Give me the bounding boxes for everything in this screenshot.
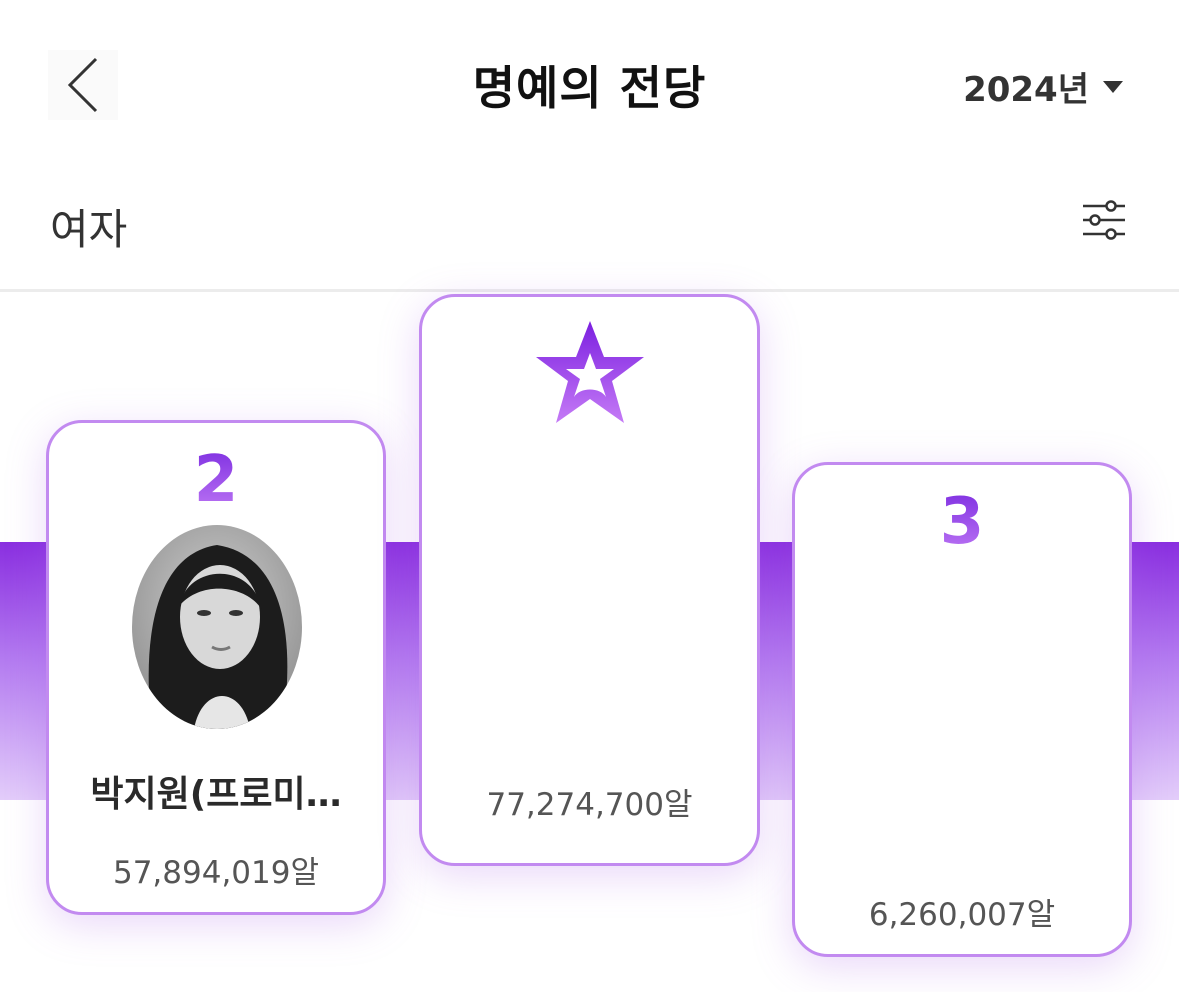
amount-value: 57,894,019알 <box>112 855 319 891</box>
filter-settings-button[interactable] <box>1081 200 1127 240</box>
gender-filter-label[interactable]: 여자 <box>50 196 127 257</box>
rank-card-1[interactable]: 77,274,700알 <box>419 294 760 866</box>
avatar <box>873 575 1057 775</box>
amount-value: 6,260,007알 <box>868 897 1056 933</box>
caret-down-icon <box>1103 80 1123 93</box>
rank-number: 2 <box>49 443 383 517</box>
star-icon <box>536 321 644 423</box>
rank-card-3[interactable]: 3 6,260,007알 <box>792 462 1132 957</box>
amount-value: 77,274,700알 <box>486 787 693 823</box>
rank-number: 3 <box>795 485 1129 559</box>
year-selector[interactable]: 2024년 <box>963 62 1123 111</box>
filter-row: 여자 <box>0 160 1179 290</box>
sliders-icon <box>1083 200 1125 240</box>
rank-card-2[interactable]: 2 박지원(프로미… 57,894,019알 <box>46 420 386 915</box>
header: 명예의 전당 2024년 <box>0 0 1179 160</box>
year-value: 2024년 <box>963 70 1089 110</box>
avatar <box>504 467 678 667</box>
section-divider <box>0 289 1179 292</box>
member-name: 박지원(프로미… <box>90 774 342 815</box>
avatar <box>132 525 302 729</box>
